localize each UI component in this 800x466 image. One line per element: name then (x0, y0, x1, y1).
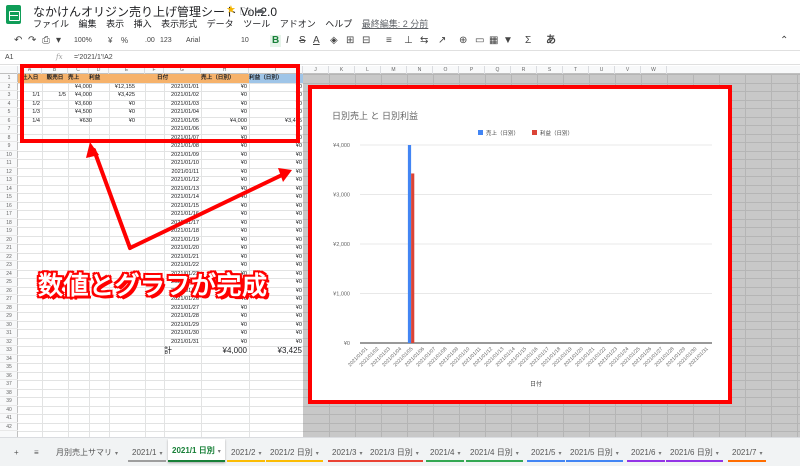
arrow-to-table-line (92, 148, 132, 250)
sheet-tab-label: 2021/3 (332, 448, 357, 457)
sheet-tab-label: 2021/2 日別 (270, 448, 313, 457)
tab-color-strip (426, 460, 465, 462)
sheet-tab-label: 2021/3 日別 (370, 448, 413, 457)
tab-color-strip (227, 460, 266, 462)
sheet-tab-label: 2021/4 日別 (470, 448, 513, 457)
tab-color-strip (128, 460, 167, 462)
add-sheet-button[interactable]: + (10, 444, 23, 462)
sheet-tab-label: + (14, 448, 19, 457)
sheet-tab[interactable]: 2021/5 日別 ▾ (566, 444, 623, 462)
tab-menu-icon[interactable]: ▾ (516, 451, 519, 457)
tab-menu-icon[interactable]: ▾ (759, 451, 762, 457)
tab-color-strip (627, 460, 666, 462)
sheet-tab-label: 2021/1 日別 (172, 446, 215, 455)
all-sheets-button[interactable]: ≡ (30, 444, 43, 462)
tab-menu-icon[interactable]: ▾ (658, 451, 661, 457)
tab-menu-icon[interactable]: ▾ (359, 451, 362, 457)
tab-menu-icon[interactable]: ▾ (316, 451, 319, 457)
tab-menu-icon[interactable]: ▾ (716, 451, 719, 457)
tab-color-strip (527, 460, 566, 462)
sheet-tab[interactable]: 2021/1 日別 ▾ (168, 439, 225, 462)
sheet-tab[interactable]: 月別売上サマリ ▾ (52, 444, 122, 462)
sheet-tab[interactable]: 2021/2 日別 ▾ (266, 444, 323, 462)
sheet-tab[interactable]: 2021/6 ▾ (627, 444, 666, 462)
sheet-tab-label: 2021/6 日別 (670, 448, 713, 457)
sheet-tabs-bar: + ≡ 月別売上サマリ ▾ 2021/1 ▾ 2021/1 日別 ▾ 2021/2 ▾ 2021/2… (0, 437, 800, 466)
sheet-tab-label: 2021/7 (732, 448, 757, 457)
sheet-tab-label: 2021/6 (631, 448, 656, 457)
sheet-tab[interactable]: 2021/1 ▾ (128, 444, 167, 462)
tab-color-strip (666, 460, 723, 462)
sheet-tab-label: 2021/4 (430, 448, 455, 457)
tab-color-strip (366, 460, 423, 462)
sheet-tab[interactable]: 2021/3 ▾ (328, 444, 367, 462)
sheet-tab[interactable]: 2021/3 日別 ▾ (366, 444, 423, 462)
annotation-arrows (86, 142, 292, 250)
sheet-tab[interactable]: 2021/7 ▾ (728, 444, 767, 462)
sheet-tab[interactable]: 2021/4 日別 ▾ (466, 444, 523, 462)
tab-color-strip (328, 460, 367, 462)
tab-menu-icon[interactable]: ▾ (457, 451, 460, 457)
tab-menu-icon[interactable]: ▾ (218, 449, 221, 455)
sheet-tab[interactable]: 2021/4 ▾ (426, 444, 465, 462)
tab-color-strip (266, 460, 323, 462)
annotation-label: 数値とグラフが完成 (38, 272, 268, 300)
sheet-tab[interactable]: 2021/2 ▾ (227, 444, 266, 462)
sheet-tab-label: 2021/2 (231, 448, 256, 457)
tab-color-strip (728, 460, 767, 462)
tab-menu-icon[interactable]: ▾ (558, 451, 561, 457)
sheet-tab[interactable]: 2021/5 ▾ (527, 444, 566, 462)
tab-menu-icon[interactable]: ▾ (616, 451, 619, 457)
sheet-tab[interactable]: 2021/6 日別 ▾ (666, 444, 723, 462)
spreadsheet-app: なかけんオリジン売り上げ管理シート Vol.2.0 ★ 🗀 ☁ ファイル 編集 … (0, 0, 800, 466)
tab-menu-icon[interactable]: ▾ (115, 451, 118, 457)
sheet-tab-label: 2021/5 日別 (570, 448, 613, 457)
sheet-tab-label: 月別売上サマリ (56, 448, 112, 457)
arrow-to-chart-line (128, 173, 284, 250)
sheet-tab-label: 2021/1 (132, 448, 157, 457)
tab-color-strip (566, 460, 623, 462)
tab-menu-icon[interactable]: ▾ (258, 451, 261, 457)
sheet-tab-label: ≡ (34, 448, 39, 457)
tab-color-strip (168, 460, 225, 462)
sheet-tab-label: 2021/5 (531, 448, 556, 457)
tab-menu-icon[interactable]: ▾ (416, 451, 419, 457)
tab-color-strip (466, 460, 523, 462)
tab-menu-icon[interactable]: ▾ (159, 451, 162, 457)
